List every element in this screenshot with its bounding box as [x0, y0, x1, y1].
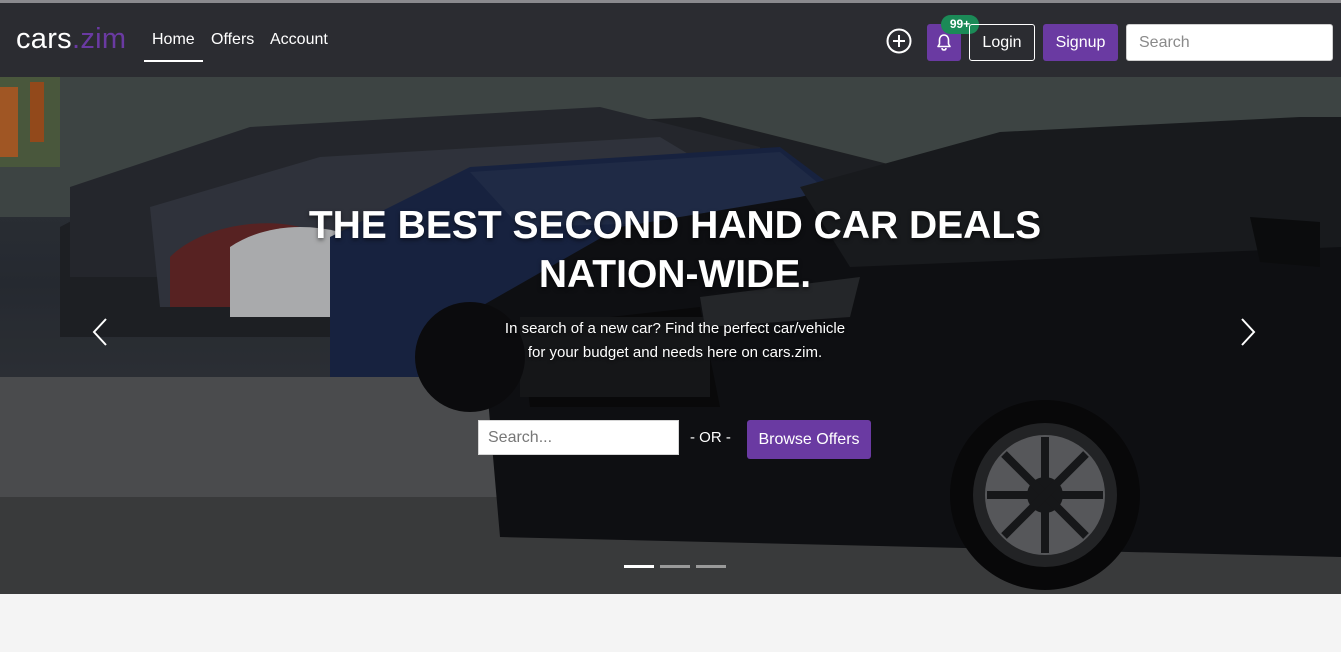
carousel-indicator-1[interactable]	[624, 565, 654, 568]
carousel-indicator-3[interactable]	[696, 565, 726, 568]
browse-offers-button[interactable]: Browse Offers	[747, 420, 871, 459]
nav-home-active-underline	[144, 60, 203, 62]
brand-suffix: .zim	[72, 23, 127, 55]
hero-search-input[interactable]	[478, 420, 679, 455]
hero-subtitle: In search of a new car? Find the perfect…	[504, 320, 846, 361]
add-listing-button[interactable]	[886, 28, 912, 54]
nav-offers-link[interactable]: Offers	[211, 30, 254, 50]
brand-logo[interactable]: cars.zim	[16, 21, 126, 57]
carousel-prev-button[interactable]	[86, 315, 116, 349]
carousel-indicator-2[interactable]	[660, 565, 690, 568]
chevron-right-icon	[1241, 318, 1256, 346]
chevron-left-icon	[92, 318, 107, 346]
navbar: cars.zim Home Offers Account 99+ Login S…	[0, 3, 1341, 77]
navbar-search-input[interactable]	[1126, 24, 1333, 61]
hero-carousel: THE BEST SECOND HAND CAR DEALS NATION-WI…	[0, 77, 1341, 594]
brand-name: cars	[16, 23, 72, 55]
hero-title: THE BEST SECOND HAND CAR DEALS NATION-WI…	[308, 204, 1042, 296]
or-separator: - OR -	[690, 429, 731, 446]
login-button[interactable]: Login	[969, 24, 1035, 61]
nav-home-link[interactable]: Home	[152, 30, 195, 50]
bell-icon	[937, 34, 951, 51]
signup-button[interactable]: Signup	[1043, 24, 1118, 61]
nav-account-link[interactable]: Account	[270, 30, 328, 50]
plus-circle-icon	[886, 28, 912, 54]
carousel-next-button[interactable]	[1233, 315, 1263, 349]
